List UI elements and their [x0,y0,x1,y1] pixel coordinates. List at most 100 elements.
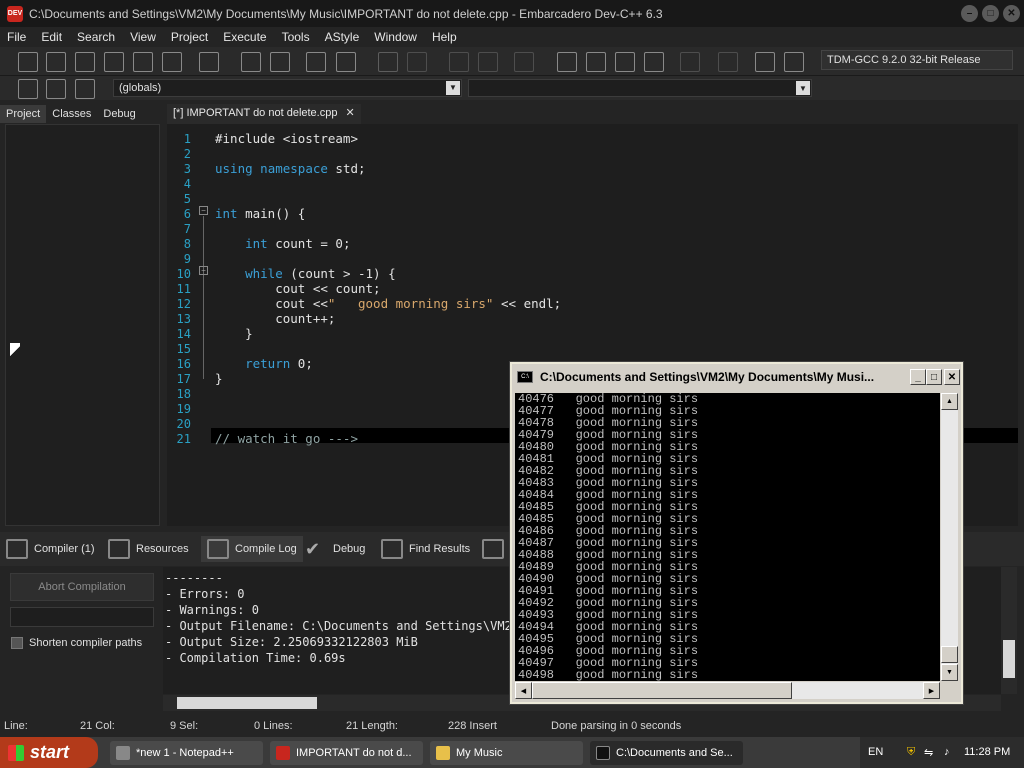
task-notepadpp[interactable]: *new 1 - Notepad++ [110,741,263,765]
menu-execute[interactable]: Execute [216,30,274,44]
shorten-paths-checkbox[interactable]: Shorten compiler paths [11,637,142,649]
windows-logo-icon [8,745,24,761]
close-all-icon[interactable] [162,52,182,72]
scrollbar-thumb[interactable] [1003,640,1015,678]
replace-icon[interactable] [270,52,290,72]
volume-icon[interactable]: ♪ [944,746,950,758]
new-file-icon[interactable] [18,52,38,72]
undo-icon[interactable] [378,52,398,72]
log-vertical-scrollbar[interactable] [1001,567,1017,694]
run-icon[interactable] [586,52,606,72]
line-number: 13 [176,312,191,326]
tab-compiler[interactable]: Compiler (1) [6,536,95,562]
minimize-icon[interactable]: – [961,5,978,22]
menu-help[interactable]: Help [425,30,465,44]
redo-icon[interactable] [407,52,427,72]
chevron-down-icon[interactable]: ▼ [446,81,460,95]
bookmark-icon[interactable] [46,79,66,99]
menu-project[interactable]: Project [164,30,216,44]
indent-icon[interactable] [449,52,469,72]
console-close-icon[interactable]: ✕ [944,369,960,385]
print-icon[interactable] [199,52,219,72]
tab-compile-log[interactable]: Compile Log [201,536,303,562]
folder-icon [436,746,450,760]
status-bar: Line: 21 Col: 9 Sel: 0 Lines: 21 Length:… [0,716,1024,737]
console-title-bar[interactable]: C:\ C:\Documents and Settings\VM2\My Doc… [512,364,961,390]
console-window[interactable]: C:\ C:\Documents and Settings\VM2\My Doc… [510,362,963,704]
compiler-select[interactable]: TDM-GCC 9.2.0 32-bit Release [821,50,1013,70]
open-folder-icon[interactable] [46,52,66,72]
tab-classes[interactable]: Classes [46,105,97,123]
unindent-icon[interactable] [478,52,498,72]
console-minimize-icon[interactable]: _ [910,369,926,385]
stop-execution-icon[interactable] [718,52,738,72]
goto-line-icon[interactable] [306,52,326,72]
console-output[interactable]: 40476 good morning sirs 40477 good mornin… [515,393,940,681]
menu-edit[interactable]: Edit [34,30,70,44]
abort-compilation-button[interactable]: Abort Compilation [10,573,154,601]
status-sel: 9 Sel: [170,720,199,732]
tab-close-panel[interactable] [482,536,510,562]
line-number: 5 [183,192,191,206]
tab-find-results[interactable]: Find Results [381,536,470,562]
task-my-music[interactable]: My Music [430,741,583,765]
fold-toggle-icon[interactable]: − [199,266,208,275]
check-syntax-icon[interactable] [680,52,700,72]
chevron-down-icon[interactable]: ▼ [796,81,810,95]
project-browser[interactable] [5,124,160,526]
editor-tab[interactable]: [*] IMPORTANT do not delete.cpp ✕ [167,104,361,124]
scroll-left-icon[interactable]: ◀ [515,682,532,699]
save-all-icon[interactable] [104,52,124,72]
profile-icon[interactable] [755,52,775,72]
menu-file[interactable]: File [0,30,34,44]
scrollbar-thumb[interactable] [941,646,958,663]
compile-icon[interactable] [557,52,577,72]
tab-resources[interactable]: Resources [108,536,189,562]
goto-bookmark-icon[interactable] [75,79,95,99]
task-devcpp[interactable]: IMPORTANT do not d... [270,741,423,765]
save-icon[interactable] [75,52,95,72]
scope-select[interactable]: (globals) ▼ [113,79,462,97]
goto-function-icon[interactable] [336,52,356,72]
menu-view[interactable]: View [123,30,164,44]
scroll-right-icon[interactable]: ▶ [923,682,940,699]
fold-toggle-icon[interactable]: − [199,206,208,215]
tab-debug[interactable]: Debug [97,105,141,123]
menu-tools[interactable]: Tools [275,30,318,44]
start-button[interactable]: start [0,737,98,768]
close-file-icon[interactable] [133,52,153,72]
checkbox-icon[interactable] [11,637,23,649]
menu-bar: File Edit Search View Project Execute To… [0,27,1024,47]
console-maximize-icon[interactable]: □ [926,369,942,385]
language-icon[interactable]: EN [868,746,883,758]
console-vertical-scrollbar[interactable]: ▲ ▼ [941,393,958,681]
menu-window[interactable]: Window [367,30,425,44]
compile-run-icon[interactable] [615,52,635,72]
console-line: 40498 good morning sirs [518,668,699,681]
shorten-paths-label: Shorten compiler paths [29,637,143,649]
line-number: 9 [183,252,191,266]
maximize-icon[interactable]: □ [982,5,999,22]
close-icon[interactable]: ✕ [1003,5,1020,22]
console-horizontal-scrollbar[interactable]: ◀ ▶ [515,682,940,699]
insert-code-icon[interactable] [18,79,38,99]
comment-icon[interactable] [514,52,534,72]
tab-debug-bottom[interactable]: ✔ Debug [305,536,365,562]
network-icon[interactable]: ⇋ [924,746,933,759]
close-tab-icon[interactable]: ✕ [345,107,354,119]
scroll-down-icon[interactable]: ▼ [941,664,958,681]
status-parsing: Done parsing in 0 seconds [551,720,682,732]
menu-astyle[interactable]: AStyle [318,30,368,44]
scrollbar-thumb[interactable] [532,682,792,699]
line-number: 16 [176,357,191,371]
delete-profile-icon[interactable] [784,52,804,72]
function-select[interactable]: ▼ [468,79,812,97]
find-icon[interactable] [241,52,261,72]
menu-search[interactable]: Search [70,30,123,44]
security-shield-icon[interactable]: ⛨ [907,746,915,759]
task-console[interactable]: C:\Documents and Se... [590,741,743,765]
scrollbar-thumb[interactable] [177,697,317,709]
tab-project[interactable]: Project [0,105,47,123]
rebuild-icon[interactable] [644,52,664,72]
scroll-up-icon[interactable]: ▲ [941,393,958,410]
